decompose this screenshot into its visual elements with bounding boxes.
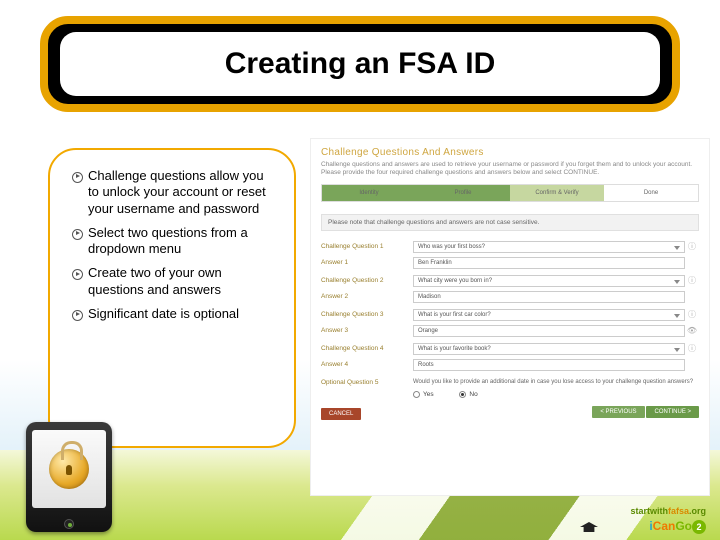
continue-button[interactable]: CONTINUE > — [646, 406, 699, 418]
a4-input[interactable]: Roots — [413, 359, 685, 371]
optional-radio-group: Yes No — [321, 391, 699, 398]
bullet-item: Select two questions from a dropdown men… — [72, 225, 278, 258]
q3-label: Challenge Question 3 — [321, 311, 413, 318]
grad-cap-icon — [580, 522, 598, 532]
title-plate: Creating an FSA ID — [40, 16, 680, 112]
previous-button[interactable]: < PREVIOUS — [592, 406, 644, 418]
panel-heading: Challenge Questions And Answers — [321, 147, 699, 158]
bullet-item: Challenge questions allow you to unlock … — [72, 168, 278, 217]
optional-label: Optional Question 5 — [321, 379, 413, 386]
radio-yes[interactable]: Yes — [413, 391, 446, 398]
a2-input[interactable]: Madison — [413, 291, 685, 303]
a1-label: Answer 1 — [321, 259, 413, 266]
step-done: Done — [604, 185, 698, 201]
lock-icon — [49, 449, 89, 489]
step-confirm: Confirm & Verify — [510, 185, 604, 201]
radio-no[interactable]: No — [459, 391, 489, 398]
q2-select[interactable]: What city were you born in? — [413, 275, 685, 287]
panel-blurb: Challenge questions and answers are used… — [321, 161, 699, 178]
info-icon[interactable]: ⓘ — [685, 275, 699, 286]
q1-select[interactable]: Who was your first boss? — [413, 241, 685, 253]
case-note: Please note that challenge questions and… — [321, 214, 699, 231]
optional-prompt: Would you like to provide an additional … — [413, 379, 699, 387]
startwithfafsa-logo: startwithfafsa.org — [630, 506, 706, 517]
bullet-item: Significant date is optional — [72, 306, 278, 322]
fsa-screenshot-panel: Challenge Questions And Answers Challeng… — [310, 138, 710, 496]
slide-title: Creating an FSA ID — [60, 32, 660, 96]
icango2-logo: iCanGo2 — [630, 519, 706, 534]
q4-select[interactable]: What is your favorite book? — [413, 343, 685, 355]
a3-input[interactable]: Orange — [413, 325, 685, 337]
q1-label: Challenge Question 1 — [321, 243, 413, 250]
a3-label: Answer 3 — [321, 327, 413, 334]
info-icon[interactable]: ⓘ — [685, 343, 699, 354]
footer-logos: startwithfafsa.org iCanGo2 — [630, 506, 706, 534]
step-tracker: Identity Profile Confirm & Verify Done — [321, 184, 699, 202]
a2-label: Answer 2 — [321, 293, 413, 300]
step-profile: Profile — [416, 185, 510, 201]
q3-select[interactable]: What is your first car color? — [413, 309, 685, 321]
info-icon[interactable]: ⓘ — [685, 309, 699, 320]
step-identity: Identity — [322, 185, 416, 201]
a4-label: Answer 4 — [321, 361, 413, 368]
info-icon[interactable]: ⓘ — [685, 241, 699, 252]
q4-label: Challenge Question 4 — [321, 345, 413, 352]
tablet-device-illustration — [26, 422, 112, 532]
cancel-button[interactable]: CANCEL — [321, 408, 361, 420]
home-button-icon — [64, 519, 74, 529]
eye-icon[interactable]: 👁 — [685, 326, 699, 335]
a1-input[interactable]: Ben Franklin — [413, 257, 685, 269]
q2-label: Challenge Question 2 — [321, 277, 413, 284]
bullet-item: Create two of your own questions and ans… — [72, 265, 278, 298]
instruction-bubble: Challenge questions allow you to unlock … — [48, 148, 296, 448]
